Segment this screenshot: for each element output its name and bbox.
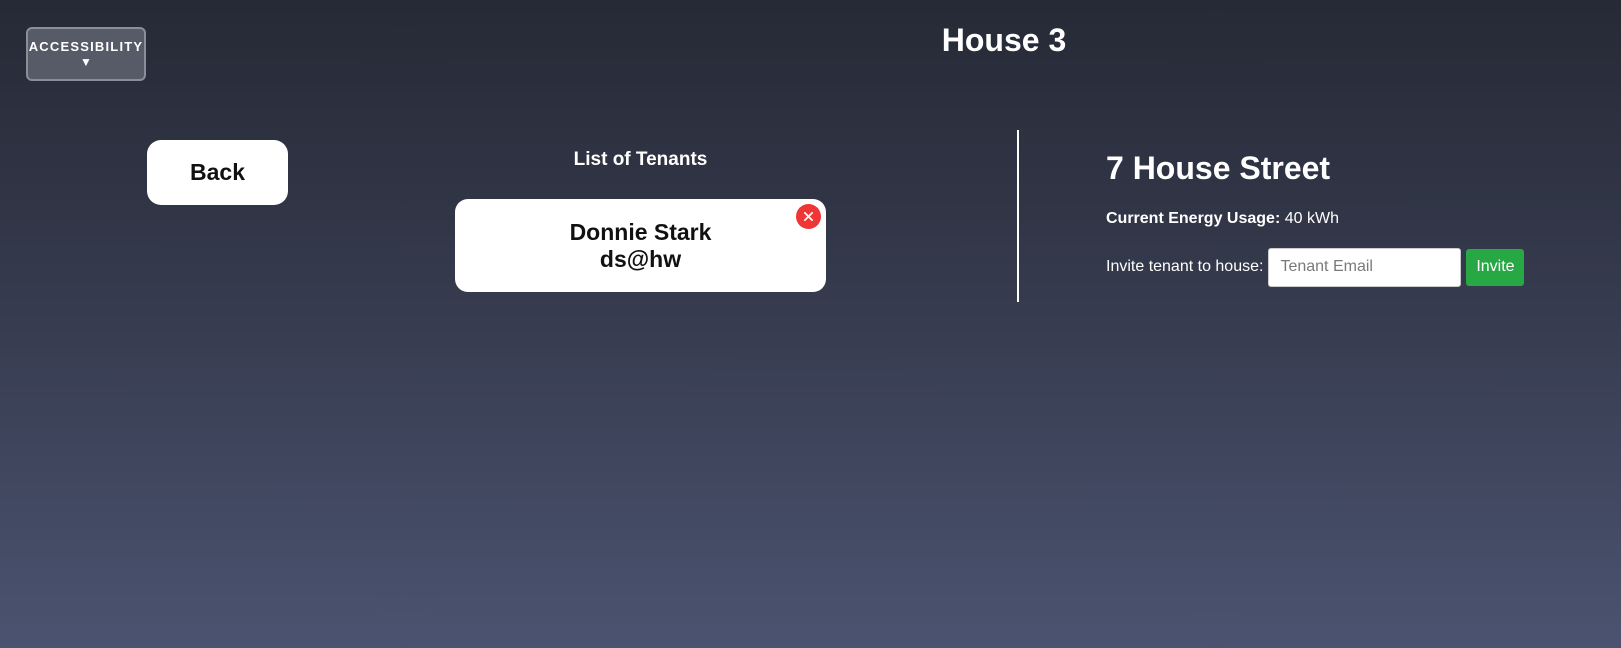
energy-usage-label: Current Energy Usage: [1106, 210, 1281, 227]
energy-usage-value: 40 kWh [1284, 210, 1339, 227]
back-button[interactable]: Back [147, 140, 288, 205]
invite-tenant-row: Invite tenant to house: Invite [1106, 247, 1525, 287]
close-icon [804, 212, 813, 221]
tenant-email-input[interactable] [1268, 247, 1462, 287]
page-title: House 3 [941, 22, 1067, 58]
accessibility-label: ACCESSIBILITY [28, 38, 144, 54]
tenant-name: Donnie Stark [569, 218, 712, 245]
accessibility-menu-button[interactable]: ACCESSIBILITY ▼ [26, 27, 146, 81]
remove-tenant-button[interactable] [796, 204, 821, 229]
house-address: 7 House Street [1106, 150, 1331, 186]
invite-button[interactable]: Invite [1466, 248, 1525, 286]
tenants-heading: List of Tenants [573, 149, 708, 170]
chevron-down-icon: ▼ [80, 54, 92, 69]
invite-tenant-label: Invite tenant to house: [1106, 258, 1264, 275]
vertical-divider [1017, 130, 1019, 302]
tenant-card: Donnie Stark ds@hw [455, 199, 826, 292]
tenant-email: ds@hw [599, 245, 682, 272]
energy-usage-row: Current Energy Usage: 40 kWh [1106, 210, 1339, 228]
